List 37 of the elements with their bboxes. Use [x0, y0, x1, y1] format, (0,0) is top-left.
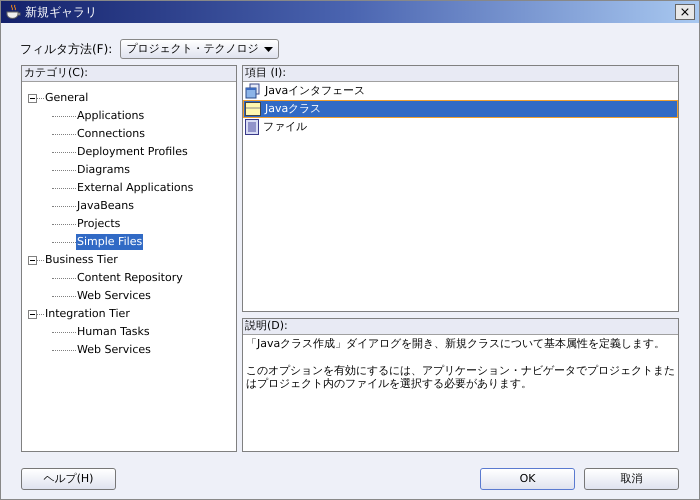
- tree-item[interactable]: Web Services: [76, 342, 152, 358]
- tree-item[interactable]: JavaBeans: [76, 198, 135, 214]
- ok-button[interactable]: OK: [480, 468, 575, 490]
- tree-item[interactable]: Simple Files: [76, 234, 144, 250]
- window-title: 新規ギャラリ: [25, 4, 97, 21]
- panel-label: カテゴリ(C):: [24, 65, 88, 82]
- tree-item[interactable]: Applications: [76, 108, 146, 124]
- tree-item[interactable]: Connections: [76, 126, 146, 142]
- tree-item[interactable]: General: [44, 90, 90, 106]
- help-button[interactable]: ヘルプ(H): [21, 468, 116, 490]
- panel-label: 説明(D):: [245, 318, 288, 334]
- tree-item[interactable]: Deployment Profiles: [76, 144, 189, 160]
- tree-item[interactable]: External Applications: [76, 180, 194, 196]
- tree-item[interactable]: Projects: [76, 216, 122, 232]
- list-item[interactable]: Javaインタフェース: [243, 82, 678, 100]
- filter-label: フィルタ方法(F):: [20, 41, 112, 58]
- document-icon: [245, 119, 259, 135]
- collapse-toggle[interactable]: [28, 310, 37, 318]
- tree-item[interactable]: Web Services: [76, 288, 152, 304]
- tree-item[interactable]: Human Tasks: [76, 324, 151, 340]
- filter-dropdown[interactable]: プロジェクト・テクノロジ: [120, 39, 280, 59]
- tree-item[interactable]: Diagrams: [76, 162, 131, 178]
- close-button[interactable]: ×: [675, 4, 695, 20]
- description-text: 「Javaクラス作成」ダイアログを開き、新規クラスについて基本属性を定義します。: [246, 337, 666, 350]
- tree-item[interactable]: Content Repository: [76, 270, 184, 286]
- list-item[interactable]: ファイル: [243, 118, 678, 136]
- class-icon: [245, 102, 261, 116]
- tree-item[interactable]: Integration Tier: [44, 306, 131, 322]
- list-item[interactable]: Javaクラス: [243, 100, 678, 118]
- panel-label: 項目 (I):: [245, 65, 286, 82]
- coffee-cup-icon: [5, 4, 21, 20]
- dropdown-arrow-icon: [264, 46, 274, 52]
- collapse-toggle[interactable]: [28, 256, 37, 264]
- description-text: このオプションを有効にするには、アプリケーション・ナビゲータでプロジェクトまたはプロジェクト内のファイルを選択する必要があります。: [246, 364, 675, 390]
- tree-item[interactable]: Business Tier: [44, 252, 119, 268]
- collapse-toggle[interactable]: [28, 94, 37, 102]
- cancel-button[interactable]: 取消: [584, 468, 679, 490]
